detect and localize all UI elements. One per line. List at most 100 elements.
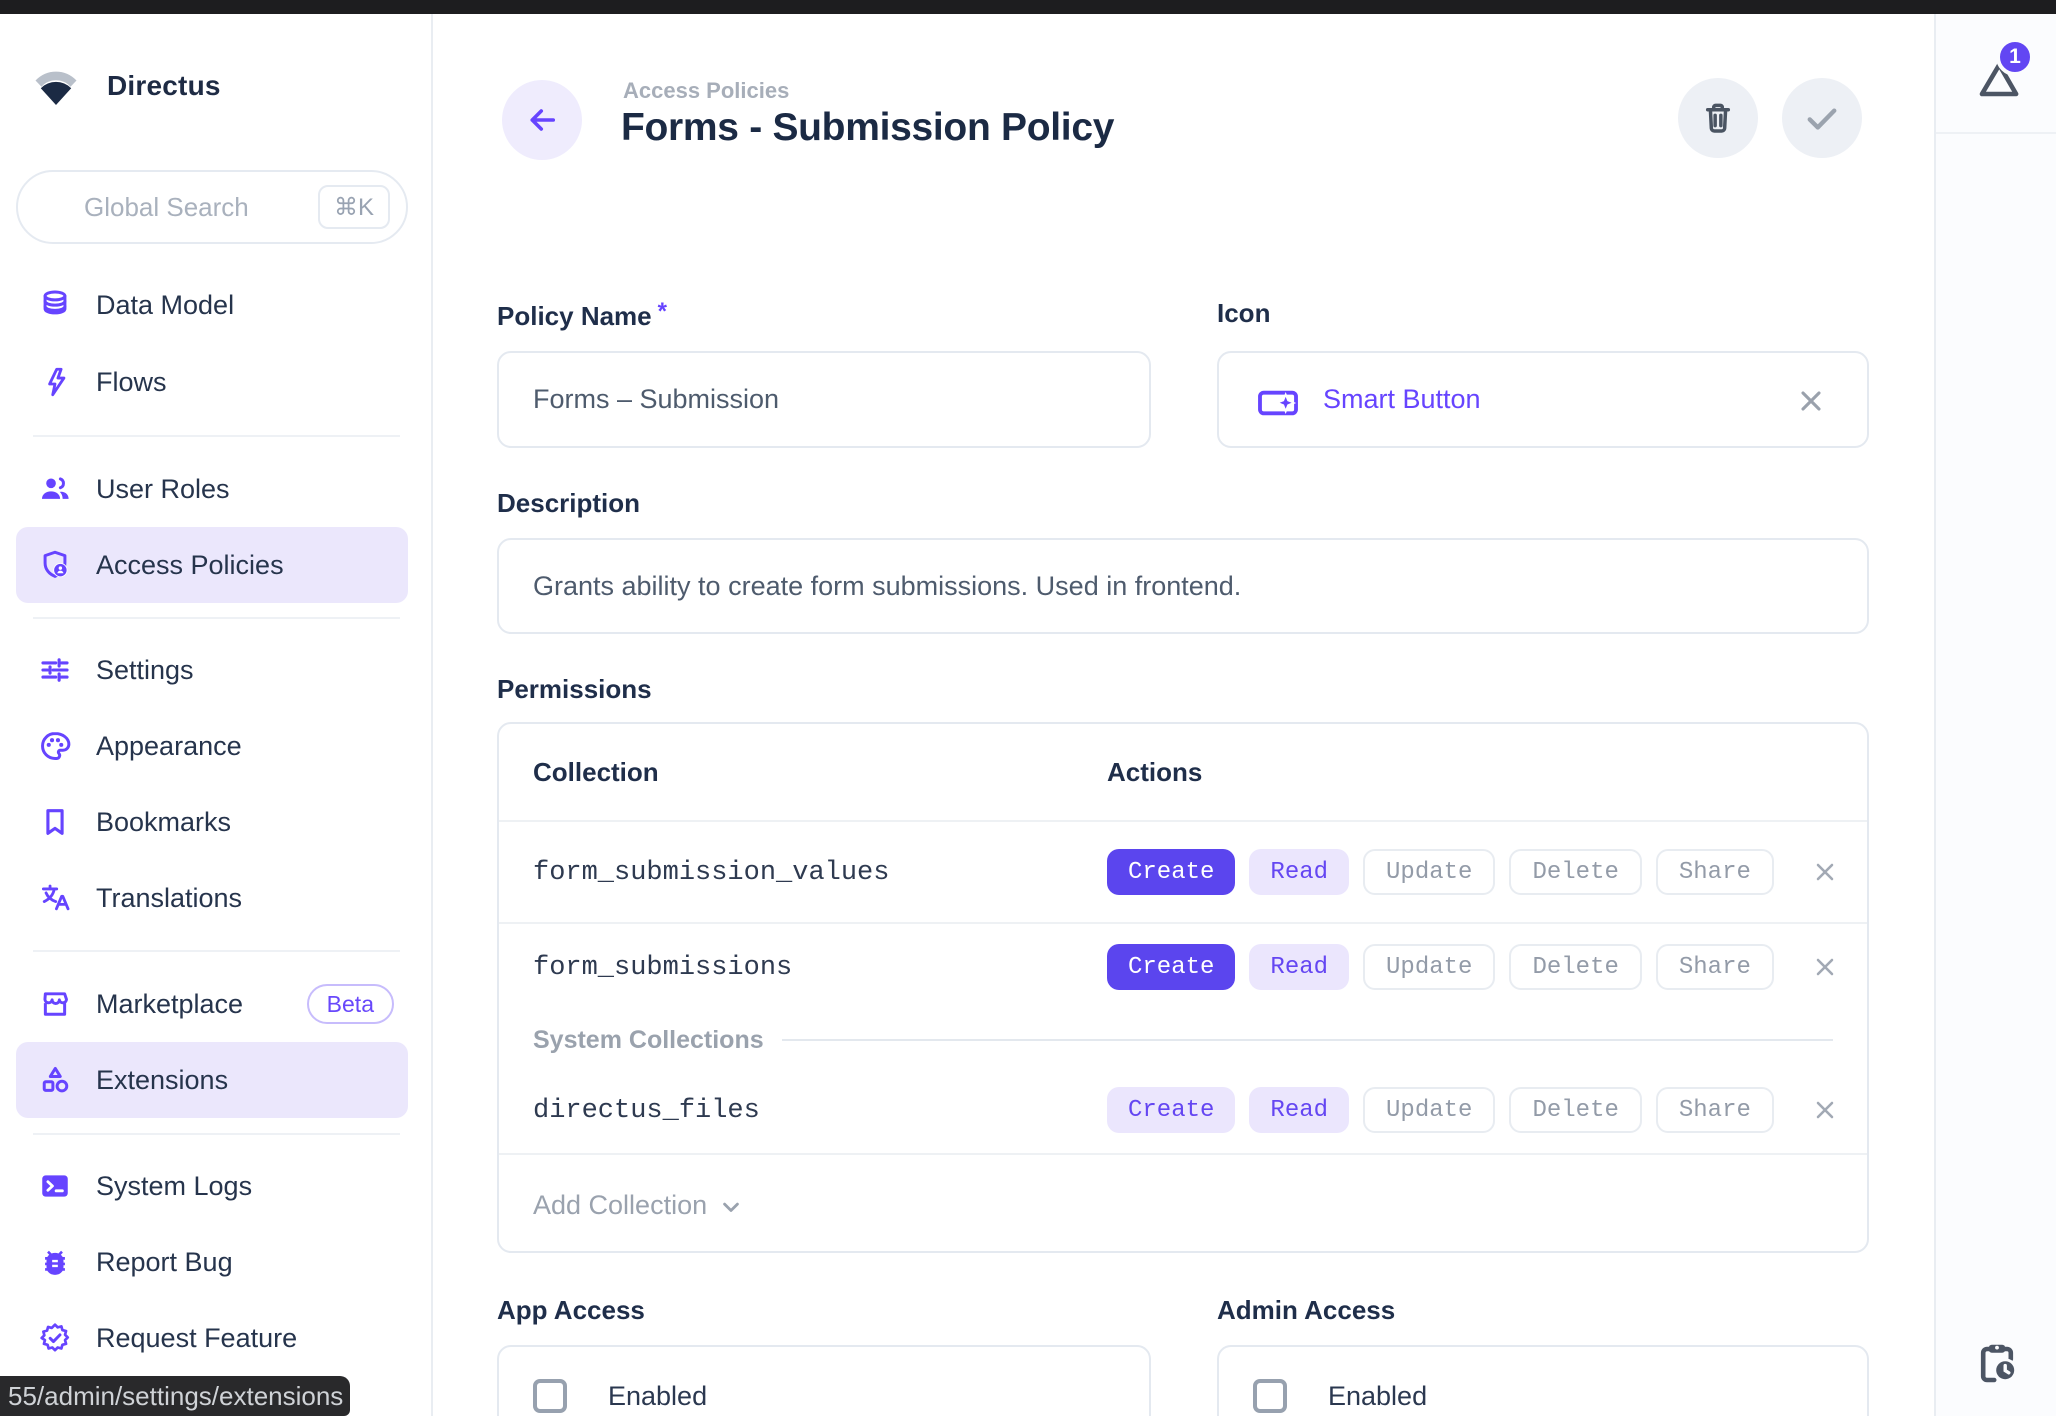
sidebar-item-label: Marketplace <box>96 989 243 1020</box>
sidebar-item-extensions[interactable]: Extensions <box>16 1042 408 1118</box>
admin-access-checkbox[interactable] <box>1253 1379 1287 1413</box>
action-chip-read[interactable]: Read <box>1249 1087 1349 1133</box>
permissions-table-header: Collection Actions <box>499 724 1867 822</box>
action-chip-create[interactable]: Create <box>1107 849 1235 895</box>
description-input[interactable]: Grants ability to create form submission… <box>497 538 1869 634</box>
icon-field[interactable]: Smart Button <box>1217 351 1869 448</box>
revisions-button[interactable] <box>1973 1338 2021 1386</box>
table-row: form_submissions Create Read Update Dele… <box>499 924 1867 1012</box>
icon-label: Icon <box>1217 298 1270 329</box>
sidebar-divider <box>33 435 400 437</box>
sidebar-item-label: Extensions <box>96 1065 228 1096</box>
admin-access-option-label: Enabled <box>1328 1381 1427 1412</box>
remove-row-icon[interactable] <box>1811 858 1839 886</box>
action-chip-delete[interactable]: Delete <box>1509 944 1641 990</box>
tune-icon <box>38 653 72 687</box>
new-releases-icon <box>38 1321 72 1355</box>
right-rail: 1 <box>1934 14 2056 1416</box>
sidebar-item-system-logs[interactable]: System Logs <box>16 1148 408 1224</box>
permissions-table: Collection Actions form_submission_value… <box>497 722 1869 1253</box>
app-access-checkbox[interactable] <box>533 1379 567 1413</box>
actions-column-header: Actions <box>1107 757 1202 788</box>
sidebar-item-flows[interactable]: Flows <box>16 344 408 420</box>
policy-name-input[interactable]: Forms – Submission <box>497 351 1151 448</box>
sidebar-item-data-model[interactable]: Data Model <box>16 267 408 343</box>
window-top-bar <box>0 0 2056 14</box>
action-chip-read[interactable]: Read <box>1249 944 1349 990</box>
beta-badge: Beta <box>307 984 394 1024</box>
description-label: Description <box>497 488 640 519</box>
action-chip-share[interactable]: Share <box>1656 1087 1774 1133</box>
system-collections-group: System Collections <box>499 1012 1867 1068</box>
action-chip-delete[interactable]: Delete <box>1509 849 1641 895</box>
action-chip-update[interactable]: Update <box>1363 944 1495 990</box>
action-chips: Create Read Update Delete Share <box>1107 1087 1774 1133</box>
bug-icon <box>38 1245 72 1279</box>
link-preview-statusbar: 55/admin/settings/extensions <box>0 1376 350 1416</box>
sidebar-item-access-policies[interactable]: Access Policies <box>16 527 408 603</box>
terminal-icon <box>38 1169 72 1203</box>
remove-row-icon[interactable] <box>1811 953 1839 981</box>
palette-icon <box>38 729 72 763</box>
translate-icon <box>38 881 72 915</box>
bookmark-icon <box>38 805 72 839</box>
storefront-icon <box>38 987 72 1021</box>
directus-logo-icon <box>33 67 79 105</box>
people-icon <box>38 472 72 506</box>
sidebar-item-appearance[interactable]: Appearance <box>16 708 408 784</box>
sidebar-item-user-roles[interactable]: User Roles <box>16 451 408 527</box>
remove-row-icon[interactable] <box>1811 1096 1839 1124</box>
sidebar-item-label: System Logs <box>96 1171 252 1202</box>
action-chip-create[interactable]: Create <box>1107 1087 1235 1133</box>
action-chip-share[interactable]: Share <box>1656 849 1774 895</box>
back-button[interactable] <box>502 80 582 160</box>
bolt-icon <box>38 365 72 399</box>
action-chip-create[interactable]: Create <box>1107 944 1235 990</box>
sidebar-item-settings[interactable]: Settings <box>16 632 408 708</box>
action-chip-delete[interactable]: Delete <box>1509 1087 1641 1133</box>
sidebar-divider <box>33 950 400 952</box>
sidebar-item-label: Appearance <box>96 731 242 762</box>
delete-button[interactable] <box>1678 78 1758 158</box>
save-button[interactable] <box>1782 78 1862 158</box>
settings-sidebar: Directus Global Search ⌘K Data Model <box>0 14 433 1416</box>
sidebar-item-request-feature[interactable]: Request Feature <box>16 1300 408 1376</box>
sidebar-item-label: User Roles <box>96 474 230 505</box>
app-access-label: App Access <box>497 1295 645 1326</box>
shield-person-icon <box>38 548 72 582</box>
policy-detail-page: Access Policies Forms - Submission Polic… <box>433 14 1934 1416</box>
sidebar-item-label: Request Feature <box>96 1323 297 1354</box>
sidebar-item-label: Flows <box>96 367 167 398</box>
app-access-box: Enabled <box>497 1345 1151 1416</box>
trash-icon <box>1699 99 1737 137</box>
directus-app: Directus Global Search ⌘K Data Model <box>0 0 2056 1416</box>
chevron-down-icon <box>717 1193 745 1221</box>
action-chips: Create Read Update Delete Share <box>1107 849 1774 895</box>
sidebar-item-translations[interactable]: Translations <box>16 860 408 936</box>
app-access-option-label: Enabled <box>608 1381 707 1412</box>
collection-name: form_submissions <box>533 953 792 983</box>
group-divider-line <box>782 1039 1833 1041</box>
sidebar-item-bookmarks[interactable]: Bookmarks <box>16 784 408 860</box>
search-shortcut-badge: ⌘K <box>318 185 390 229</box>
sidebar-item-report-bug[interactable]: Report Bug <box>16 1224 408 1300</box>
breadcrumb[interactable]: Access Policies <box>623 78 789 104</box>
add-collection-button[interactable]: Add Collection <box>499 1153 1867 1253</box>
action-chip-update[interactable]: Update <box>1363 849 1495 895</box>
icon-field-value: Smart Button <box>1323 384 1481 415</box>
clipboard-clock-icon <box>1973 1338 2021 1386</box>
notification-count-badge[interactable]: 1 <box>1996 38 2034 76</box>
permissions-label: Permissions <box>497 674 652 705</box>
policy-name-label: Policy Name* <box>497 298 667 332</box>
action-chip-update[interactable]: Update <box>1363 1087 1495 1133</box>
global-search-input[interactable]: Global Search ⌘K <box>16 170 408 244</box>
sidebar-item-marketplace[interactable]: Marketplace Beta <box>16 966 408 1042</box>
description-value: Grants ability to create form submission… <box>533 571 1241 602</box>
clear-icon-button[interactable] <box>1795 385 1827 417</box>
action-chip-share[interactable]: Share <box>1656 944 1774 990</box>
smart-button-icon <box>1255 380 1301 420</box>
action-chip-read[interactable]: Read <box>1249 849 1349 895</box>
table-row: form_submission_values Create Read Updat… <box>499 822 1867 924</box>
page-title: Forms - Submission Policy <box>621 106 1114 150</box>
sidebar-item-label: Data Model <box>96 290 234 321</box>
